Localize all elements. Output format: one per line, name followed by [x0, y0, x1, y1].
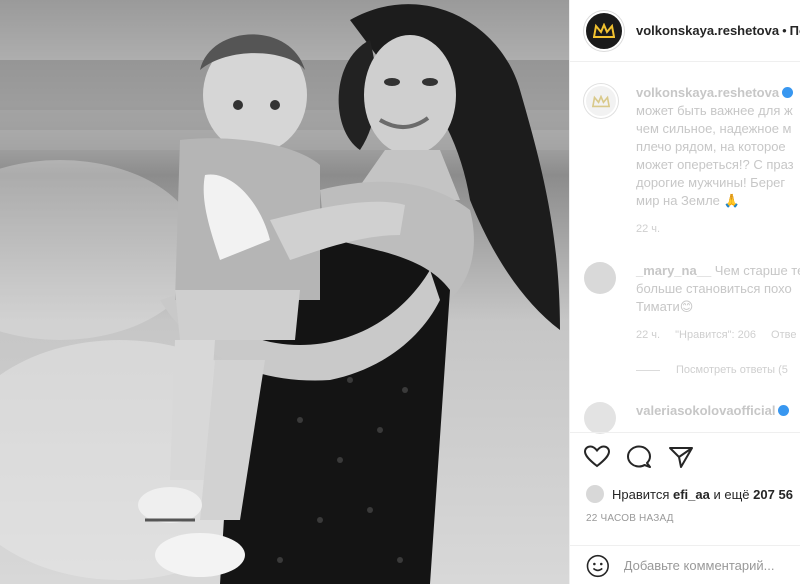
caption-time[interactable]: 22 ч. — [636, 223, 660, 235]
caption-line: может опереться!? С праз — [636, 157, 794, 172]
comments-list[interactable]: volkonskaya.reshetova может быть важнее … — [570, 62, 800, 434]
instagram-post: volkonskaya.reshetova • По volkonskaya.r… — [0, 0, 800, 584]
likes-summary: Нравится efi_aa и ещё 207 56 — [586, 485, 793, 503]
add-comment-input[interactable] — [623, 558, 800, 573]
likes-prefix: Нравится — [612, 486, 670, 502]
likes-middle: и ещё — [713, 486, 750, 502]
comment-text: valeriasokolovaofficial — [636, 402, 800, 420]
verified-icon — [782, 87, 794, 98]
comment-line: больше становиться похо — [636, 281, 792, 296]
share-icon[interactable] — [668, 445, 694, 469]
view-replies-link[interactable]: Посмотреть ответы (5 — [636, 364, 788, 376]
commenter-username[interactable]: valeriasokolovaofficial — [636, 403, 775, 418]
add-comment-bar — [570, 545, 800, 584]
crown-logo-icon — [593, 22, 615, 38]
caption-line: плечо рядом, на которое — [636, 139, 786, 154]
post-photo[interactable] — [0, 0, 569, 584]
verified-icon — [778, 405, 790, 416]
caption-text: volkonskaya.reshetova может быть важнее … — [636, 84, 800, 238]
caption-username[interactable]: volkonskaya.reshetova — [636, 85, 779, 100]
author-username[interactable]: volkonskaya.reshetova — [636, 23, 779, 38]
liker-avatar[interactable] — [586, 485, 604, 503]
post-timestamp[interactable]: 22 часов назад — [586, 513, 674, 524]
commenter-avatar[interactable] — [584, 262, 616, 294]
comment-line: Тимати😊 — [636, 299, 694, 314]
photo-illustration — [0, 4, 569, 584]
follow-button[interactable]: По — [790, 23, 800, 38]
caption-line: дорогие мужчины! Берег — [636, 175, 786, 190]
comment-likes[interactable]: "Нравится": 206 — [675, 329, 756, 341]
commenter-username[interactable]: _mary_na__ — [636, 263, 711, 278]
comment-icon[interactable] — [626, 445, 652, 469]
post-header: volkonskaya.reshetova • По — [570, 0, 800, 62]
crown-logo-icon — [592, 94, 610, 107]
post-sidebar: volkonskaya.reshetova • По volkonskaya.r… — [569, 0, 800, 584]
caption-avatar[interactable] — [584, 84, 618, 118]
heart-icon[interactable] — [584, 445, 610, 469]
likes-count[interactable]: 207 56 — [753, 487, 793, 502]
action-icons — [584, 445, 694, 469]
comment-line: Чем старше те — [714, 263, 800, 278]
caption-line: чем сильное, надежное м — [636, 121, 792, 136]
commenter-avatar[interactable] — [584, 402, 616, 434]
header-separator: • — [782, 23, 787, 38]
author-avatar[interactable] — [584, 10, 624, 51]
emoji-icon[interactable] — [586, 554, 610, 578]
comment-time[interactable]: 22 ч. — [636, 329, 660, 341]
caption-line: может быть важнее для ж — [636, 103, 793, 118]
liker-username[interactable]: efi_aa — [673, 487, 710, 502]
comment-text: _mary_na__ Чем старше те больше становит… — [636, 262, 800, 344]
reply-link[interactable]: Отве — [771, 329, 796, 341]
caption-line: мир на Земле 🙏 — [636, 193, 740, 208]
post-actions: Нравится efi_aa и ещё 207 56 22 часов на… — [570, 432, 800, 582]
